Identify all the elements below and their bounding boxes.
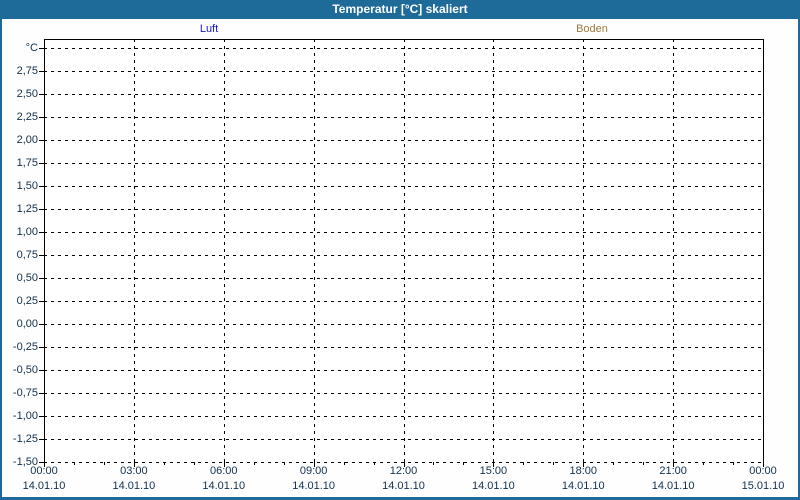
y-axis-tick-label: 1,25 (16, 203, 38, 215)
y-axis-tick-label: 2,50 (16, 88, 38, 100)
x-axis-date-label: 14.01.10 (471, 480, 515, 492)
x-axis-date-label: 14.01.10 (651, 480, 695, 492)
x-axis-time-label: 21:00 (659, 465, 687, 477)
x-axis-time-label: 00:00 (749, 465, 777, 477)
y-axis-tick-label: 2,00 (16, 134, 38, 146)
y-axis-tick-label: 2,25 (16, 111, 38, 123)
temperature-chart-plot-area (39, 39, 764, 467)
y-axis-tick-label: 1,00 (16, 226, 38, 238)
y-axis-tick-label: -1,25 (12, 433, 38, 445)
x-axis-time-label: 03:00 (120, 465, 148, 477)
x-axis-time-label: 15:00 (479, 465, 508, 477)
y-axis-tick-label: -0,50 (12, 364, 38, 376)
y-axis-tick-label: 0,75 (16, 249, 38, 261)
x-axis-date-label: 14.01.10 (292, 480, 336, 492)
x-axis-time-label: 09:00 (299, 465, 328, 477)
y-axis-tick-label: -1,00 (12, 410, 38, 422)
x-axis-date-label: 14.01.10 (561, 480, 605, 492)
app-window: Temperatur [°C] skaliert Luft Boden °C 2,… (0, 0, 800, 500)
y-axis-tick-label: -0,75 (12, 387, 38, 399)
y-axis-tick-label: -0,25 (12, 341, 38, 353)
x-axis-date-label: 14.01.10 (22, 480, 66, 492)
y-axis-tick-label: 1,50 (16, 180, 38, 192)
x-axis-date-label: 15.01.10 (741, 480, 785, 492)
y-axis-unit-label: °C (25, 42, 38, 54)
y-axis-tick-label: 1,75 (16, 157, 38, 169)
x-axis-time-label: 00:00 (30, 465, 58, 477)
x-axis-date-label: 14.01.10 (382, 480, 425, 492)
x-axis-time-label: 18:00 (569, 465, 598, 477)
y-axis-tick-label: 0,25 (16, 295, 38, 307)
x-axis-date-label: 14.01.10 (112, 480, 156, 492)
y-axis-tick-label: 0,50 (16, 272, 38, 284)
y-axis-tick-label: 2,75 (16, 65, 38, 77)
x-axis-time-label: 12:00 (389, 465, 418, 477)
plot-background (44, 39, 763, 462)
x-axis-time-label: 06:00 (209, 465, 238, 477)
x-axis-date-label: 14.01.10 (202, 480, 246, 492)
y-axis-tick-label: 0,00 (16, 318, 38, 330)
